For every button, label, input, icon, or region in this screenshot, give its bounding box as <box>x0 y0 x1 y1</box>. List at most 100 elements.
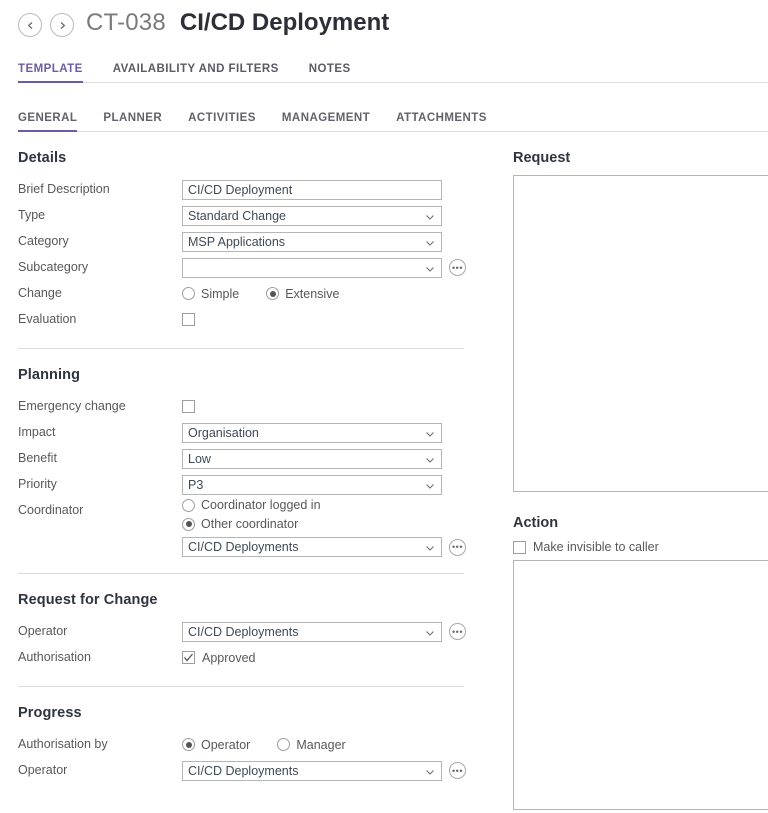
chevron-down-icon <box>424 427 436 439</box>
radio-authorisation-manager[interactable] <box>277 738 290 751</box>
details-section: Details Brief Description CI/CD Deployme… <box>18 150 470 332</box>
field-type: Type Standard Change <box>18 203 470 228</box>
change-label: Change <box>18 281 182 306</box>
evaluation-checkbox[interactable] <box>182 313 195 326</box>
rfc-operator-select[interactable]: CI/CD Deployments <box>182 622 442 642</box>
page-header: CT-038 CI/CD Deployment <box>0 0 768 52</box>
details-section-title: Details <box>18 150 470 166</box>
other-coordinator-label: Other coordinator <box>201 517 298 531</box>
type-select[interactable]: Standard Change <box>182 206 442 226</box>
tab-attachments[interactable]: ATTACHMENTS <box>396 112 487 132</box>
field-authorisation: Authorisation Approved <box>18 645 470 670</box>
subcategory-select[interactable] <box>182 258 442 278</box>
authorisation-label: Authorisation <box>18 645 182 670</box>
tab-management[interactable]: MANAGEMENT <box>282 112 370 132</box>
subcategory-browse-button[interactable]: ••• <box>449 259 466 276</box>
field-brief-description: Brief Description CI/CD Deployment <box>18 177 470 202</box>
benefit-label: Benefit <box>18 446 182 471</box>
chevron-down-icon <box>424 765 436 777</box>
next-record-button[interactable] <box>50 13 74 37</box>
authorisation-by-manager-option[interactable]: Manager <box>277 738 345 752</box>
radio-authorisation-operator[interactable] <box>182 738 195 751</box>
authorisation-operator-label: Operator <box>201 738 250 752</box>
action-textarea[interactable] <box>513 560 768 810</box>
planning-section-title: Planning <box>18 367 470 383</box>
coordinator-select[interactable]: CI/CD Deployments <box>182 537 442 557</box>
field-subcategory: Subcategory ••• <box>18 255 470 280</box>
emergency-change-label: Emergency change <box>18 394 182 419</box>
benefit-value: Low <box>188 450 424 468</box>
tab-planner[interactable]: PLANNER <box>103 112 162 132</box>
rfc-operator-value: CI/CD Deployments <box>188 623 424 641</box>
chevron-right-icon <box>58 21 67 30</box>
category-select[interactable]: MSP Applications <box>182 232 442 252</box>
coordinator-logged-in-option[interactable]: Coordinator logged in <box>182 498 466 512</box>
authorisation-manager-label: Manager <box>296 738 345 752</box>
tab-availability-and-filters[interactable]: AVAILABILITY AND FILTERS <box>113 63 279 83</box>
field-category: Category MSP Applications <box>18 229 470 254</box>
coordinator-value: CI/CD Deployments <box>188 538 424 556</box>
make-invisible-to-caller-checkbox[interactable] <box>513 541 526 554</box>
tab-template[interactable]: TEMPLATE <box>18 63 83 83</box>
category-label: Category <box>18 229 182 254</box>
request-for-change-section: Request for Change Operator CI/CD Deploy… <box>18 592 470 670</box>
radio-extensive[interactable] <box>266 287 279 300</box>
benefit-select[interactable]: Low <box>182 449 442 469</box>
impact-label: Impact <box>18 420 182 445</box>
change-simple-option[interactable]: Simple <box>182 287 239 301</box>
rfc-operator-browse-button[interactable]: ••• <box>449 623 466 640</box>
priority-select[interactable]: P3 <box>182 475 442 495</box>
progress-operator-select[interactable]: CI/CD Deployments <box>182 761 442 781</box>
page-title: CI/CD Deployment <box>180 9 389 37</box>
record-heading: CT-038 CI/CD Deployment <box>86 9 389 37</box>
field-benefit: Benefit Low <box>18 446 470 471</box>
change-extensive-option[interactable]: Extensive <box>266 287 339 301</box>
chevron-down-icon <box>424 262 436 274</box>
request-panel-title: Request <box>513 150 768 166</box>
request-textarea[interactable] <box>513 175 768 492</box>
field-coordinator: Coordinator Coordinator logged in Other … <box>18 498 470 557</box>
form-right-column: Request Action Make invisible to caller <box>513 150 768 810</box>
progress-section-title: Progress <box>18 705 470 721</box>
impact-select[interactable]: Organisation <box>182 423 442 443</box>
field-priority: Priority P3 <box>18 472 470 497</box>
section-divider <box>18 686 464 687</box>
radio-other-coordinator[interactable] <box>182 518 195 531</box>
chevron-down-icon <box>424 541 436 553</box>
coordinator-browse-button[interactable]: ••• <box>449 539 466 556</box>
make-invisible-row: Make invisible to caller <box>513 540 768 554</box>
progress-operator-value: CI/CD Deployments <box>188 762 424 780</box>
field-emergency-change: Emergency change <box>18 394 470 419</box>
subcategory-label: Subcategory <box>18 255 182 280</box>
request-for-change-section-title: Request for Change <box>18 592 470 608</box>
approved-checkbox[interactable] <box>182 651 195 664</box>
change-simple-label: Simple <box>201 287 239 301</box>
radio-coordinator-logged-in[interactable] <box>182 499 195 512</box>
authorisation-by-label: Authorisation by <box>18 732 182 757</box>
chevron-down-icon <box>424 626 436 638</box>
field-change: Change Simple Extensive <box>18 281 470 306</box>
field-authorisation-by: Authorisation by Operator Manager <box>18 732 470 757</box>
other-coordinator-option[interactable]: Other coordinator <box>182 517 466 531</box>
chevron-down-icon <box>424 236 436 248</box>
type-value: Standard Change <box>188 207 424 225</box>
radio-simple[interactable] <box>182 287 195 300</box>
tab-notes[interactable]: NOTES <box>309 63 351 83</box>
make-invisible-to-caller-label: Make invisible to caller <box>533 540 659 554</box>
ellipsis-icon: ••• <box>452 265 463 271</box>
brief-description-input[interactable]: CI/CD Deployment <box>182 180 442 200</box>
ellipsis-icon: ••• <box>452 629 463 635</box>
record-id: CT-038 <box>86 9 166 37</box>
chevron-down-icon <box>424 210 436 222</box>
tab-general[interactable]: GENERAL <box>18 112 77 132</box>
form-left-column: Details Brief Description CI/CD Deployme… <box>18 150 470 784</box>
coordinator-label: Coordinator <box>18 498 182 523</box>
authorisation-by-operator-option[interactable]: Operator <box>182 738 250 752</box>
previous-record-button[interactable] <box>18 13 42 37</box>
field-rfc-operator: Operator CI/CD Deployments ••• <box>18 619 470 644</box>
change-extensive-label: Extensive <box>285 287 339 301</box>
emergency-change-checkbox[interactable] <box>182 400 195 413</box>
progress-operator-browse-button[interactable]: ••• <box>449 762 466 779</box>
section-divider <box>18 573 464 574</box>
tab-activities[interactable]: ACTIVITIES <box>188 112 256 132</box>
